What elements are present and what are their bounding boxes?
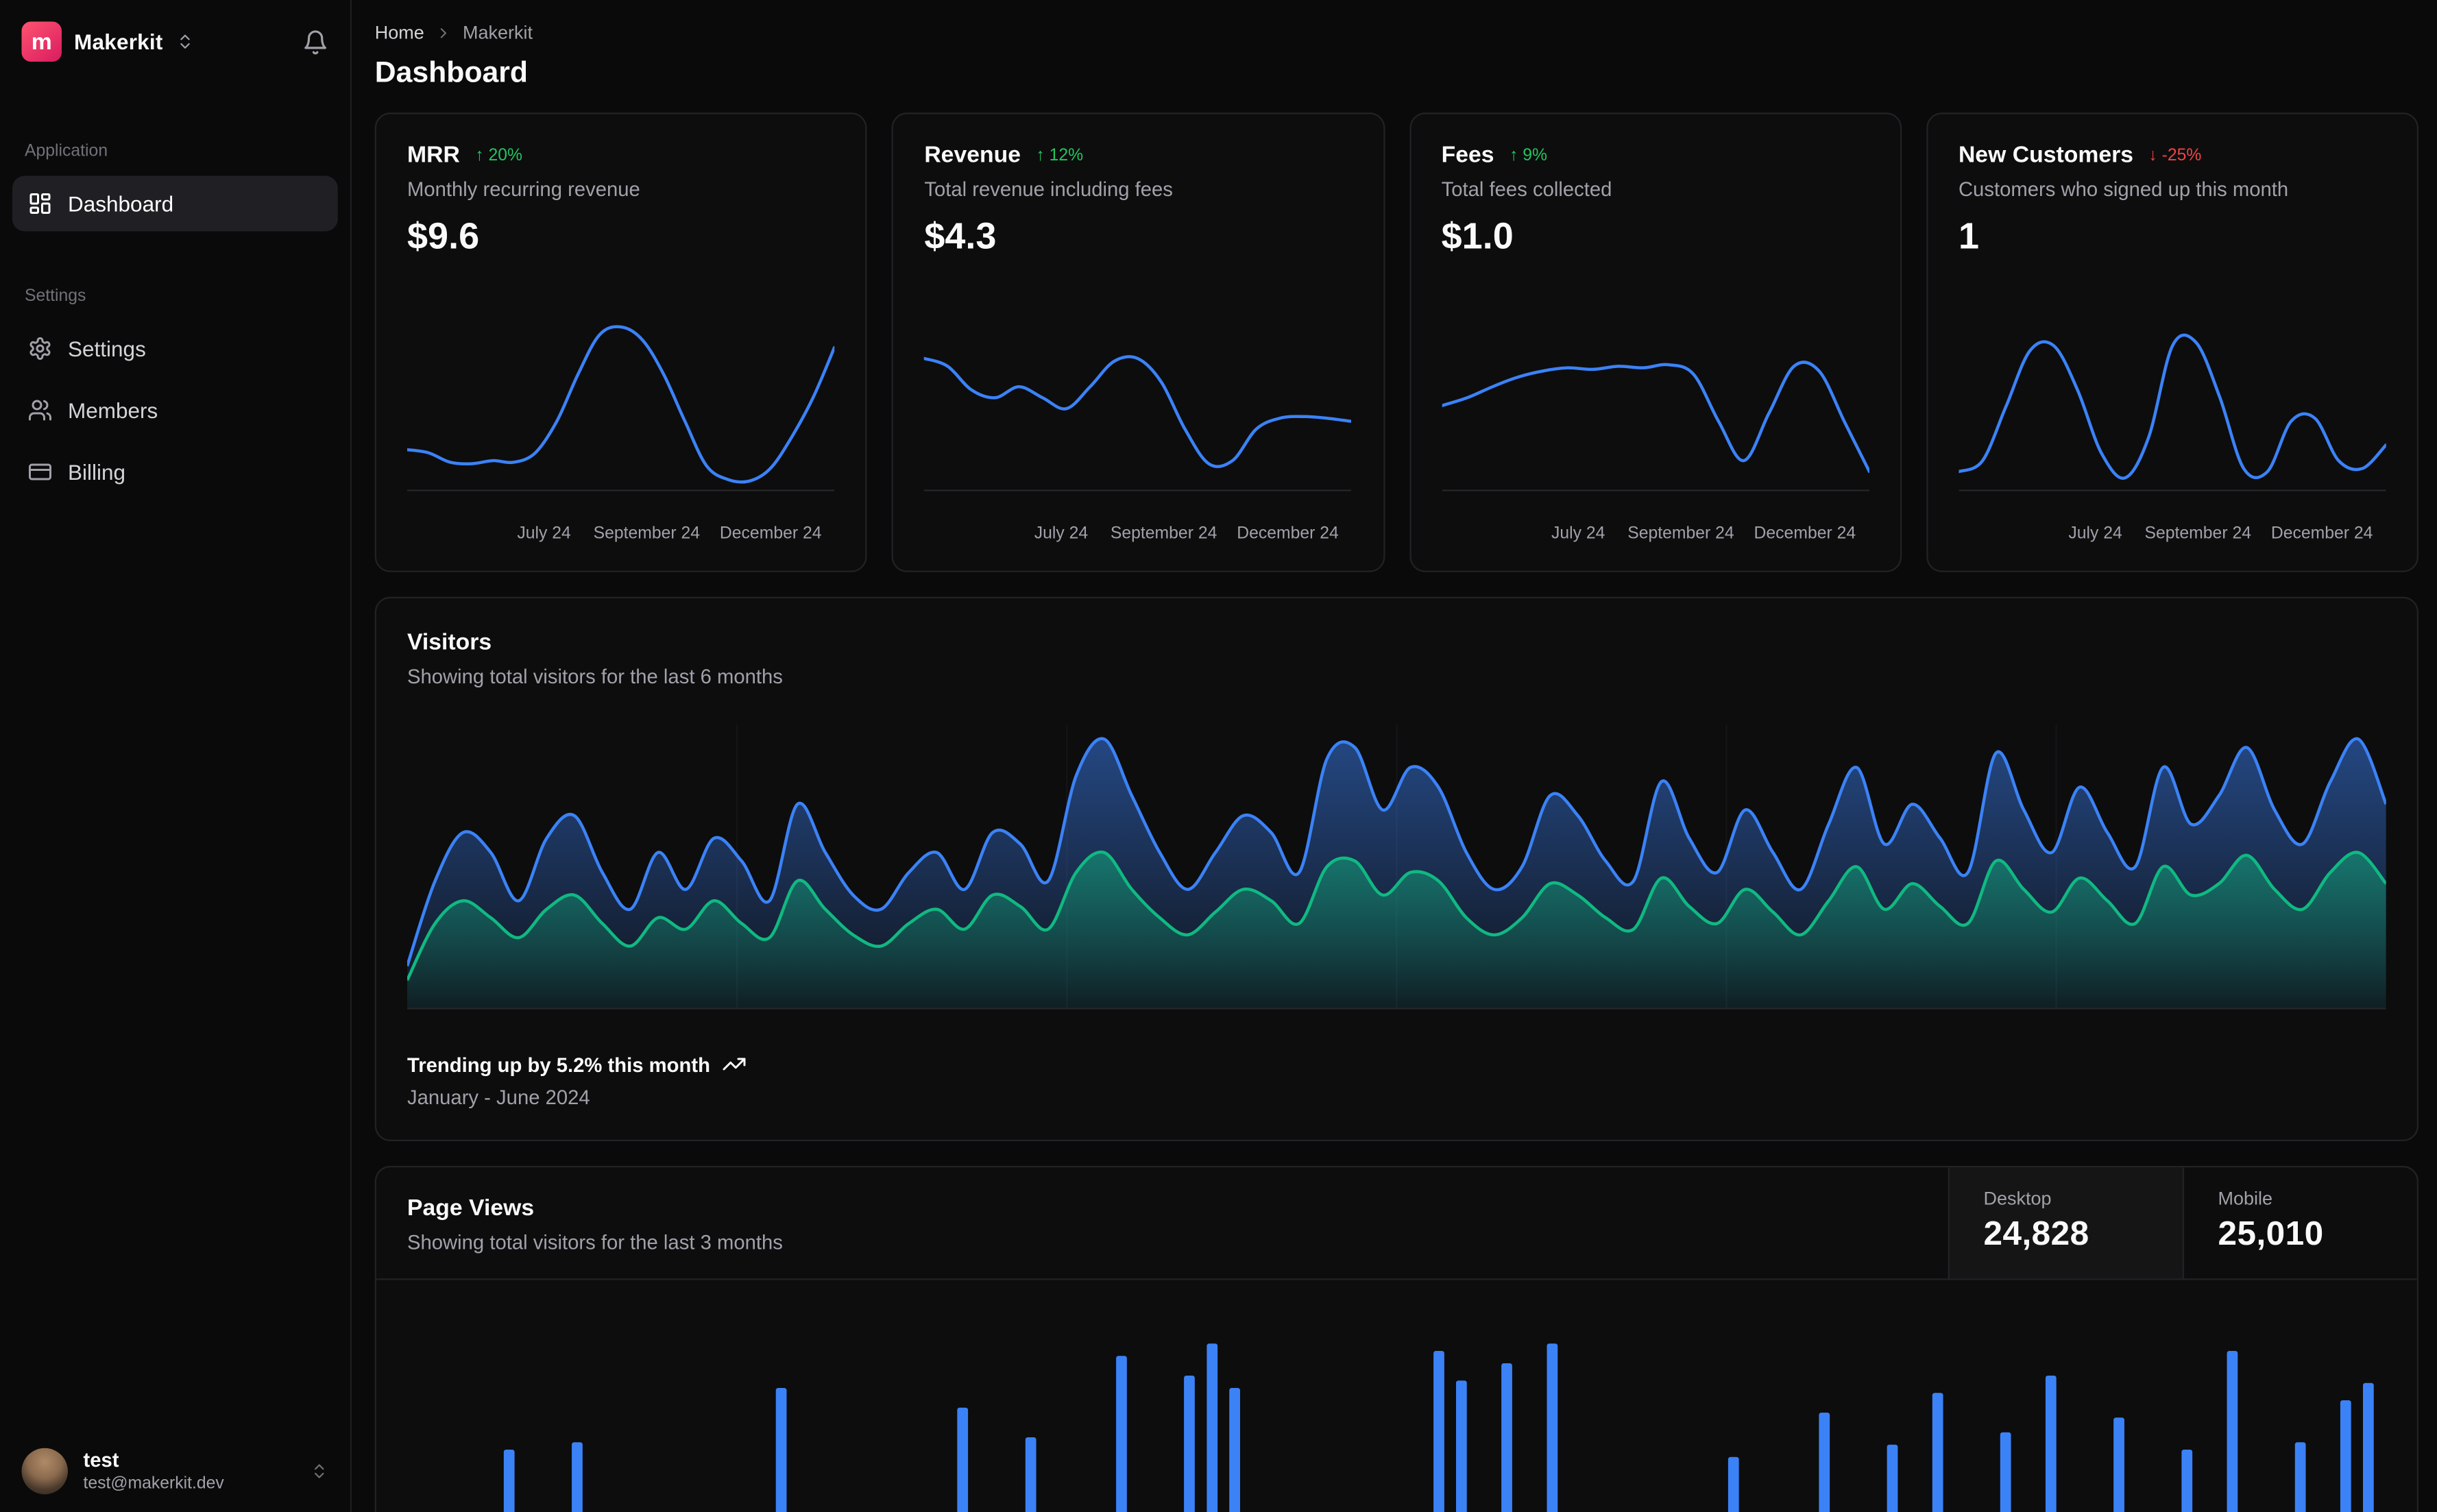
x-axis-label: July 24 [2068, 524, 2122, 543]
tab-value: 25,010 [2218, 1213, 2324, 1252]
trend-badge: ↑ 20% [475, 145, 523, 164]
stat-subtitle: Total fees collected [1441, 177, 1612, 201]
nav-section-label: Settings [25, 286, 86, 306]
stat-subtitle: Monthly recurring revenue [407, 177, 640, 201]
x-axis-label: July 24 [1551, 524, 1605, 543]
x-axis: July 24 September 24 December 24 [924, 524, 1352, 549]
stat-value: $1.0 [1441, 216, 1514, 258]
x-axis-label: July 24 [1034, 524, 1089, 543]
arrow-up-icon: ↑ [1036, 145, 1045, 164]
visitors-range: January - June 2024 [407, 1086, 590, 1109]
user-name: test [83, 1448, 119, 1472]
visitors-subtitle: Showing total visitors for the last 6 mo… [407, 664, 783, 688]
nav-section-label: Application [25, 142, 108, 160]
page-title: Dashboard [374, 57, 529, 90]
avatar [21, 1448, 68, 1495]
sidebar-item-settings[interactable]: Settings [12, 321, 338, 376]
page-views-bar-chart [407, 1293, 2417, 1512]
stat-title: MRR [407, 142, 460, 169]
x-axis-label: December 24 [1237, 524, 1339, 543]
trend-badge: ↓ -25% [2148, 145, 2202, 164]
stat-value: $9.6 [407, 216, 480, 258]
x-axis-label: September 24 [1110, 524, 1217, 543]
stat-title: Fees [1441, 142, 1494, 169]
stat-cards-row: MRR ↑ 20% Monthly recurring revenue $9.6 … [374, 112, 2418, 572]
user-menu[interactable]: test test@makerkit.dev [0, 1428, 350, 1512]
stat-card-revenue: Revenue ↑ 12% Total revenue including fee… [892, 112, 1385, 572]
chevrons-up-down-icon[interactable] [310, 1462, 328, 1480]
sidebar-item-label: Members [68, 398, 158, 423]
breadcrumb-current: Makerkit [463, 21, 533, 44]
arrow-up-icon: ↑ [475, 145, 484, 164]
x-axis-label: September 24 [593, 524, 701, 543]
arrow-up-icon: ↑ [1510, 145, 1518, 164]
breadcrumb-home[interactable]: Home [375, 22, 424, 44]
x-axis-label: December 24 [1754, 524, 1856, 543]
chevrons-up-down-icon[interactable] [175, 32, 194, 51]
sidebar-item-label: Dashboard [68, 191, 174, 216]
stat-value: $4.3 [924, 216, 997, 258]
x-axis-label: July 24 [517, 524, 571, 543]
workspace-selector[interactable]: m Makerkit [0, 19, 350, 65]
sidebar-item-dashboard[interactable]: Dashboard [12, 175, 338, 232]
visitors-title: Visitors [407, 629, 492, 656]
x-axis-label: December 24 [2270, 524, 2373, 543]
tab-value: 24,828 [1983, 1213, 2089, 1252]
stat-title: Revenue [924, 142, 1021, 169]
mrr-sparkline-chart [405, 321, 836, 520]
stat-subtitle: Customers who signed up this month [1958, 177, 2289, 201]
x-axis: July 24 September 24 December 24 [1959, 524, 2386, 549]
sidebar-item-members[interactable]: Members [12, 382, 338, 438]
trending-up-icon [723, 1052, 747, 1077]
x-axis-label: September 24 [2144, 524, 2251, 543]
stat-card-mrr: MRR ↑ 20% Monthly recurring revenue $9.6 … [374, 112, 868, 572]
stat-card-fees: Fees ↑ 9% Total fees collected $1.0 July … [1409, 112, 1902, 572]
makerkit-logo: m [21, 21, 62, 62]
page-views-card: Page Views Showing total visitors for th… [374, 1166, 2418, 1512]
workspace-name: Makerkit [74, 29, 163, 54]
user-email: test@makerkit.dev [83, 1474, 224, 1493]
page-views-subtitle: Showing total visitors for the last 3 mo… [407, 1230, 783, 1254]
x-axis-label: December 24 [719, 524, 822, 543]
tab-mobile[interactable]: Mobile 25,010 [2182, 1167, 2417, 1279]
bell-icon[interactable] [302, 29, 328, 55]
sidebar: m Makerkit Application Dashboard Setting… [0, 0, 352, 1512]
visitors-trend: Trending up by 5.2% this month [407, 1052, 2386, 1077]
fees-sparkline-chart [1440, 321, 1871, 520]
sidebar-item-label: Billing [68, 459, 126, 485]
visitors-area-chart [405, 713, 2388, 1021]
dashboard-icon [28, 191, 53, 216]
page-views-title: Page Views [407, 1195, 535, 1221]
trend-badge: ↑ 9% [1510, 145, 1547, 164]
stat-card-new-customers: New Customers ↓ -25% Customers who signed… [1926, 112, 2418, 572]
visitors-card: Visitors Showing total visitors for the … [374, 596, 2418, 1141]
new-customers-sparkline-chart [1956, 321, 2388, 520]
x-axis: July 24 September 24 December 24 [407, 524, 835, 549]
chevron-right-icon [435, 24, 452, 41]
sidebar-item-label: Settings [68, 336, 146, 361]
tab-label: Mobile [2218, 1187, 2273, 1210]
trend-badge: ↑ 12% [1036, 145, 1084, 164]
sidebar-item-billing[interactable]: Billing [12, 444, 338, 500]
billing-icon [28, 460, 53, 485]
x-axis: July 24 September 24 December 24 [1442, 524, 1869, 549]
gear-icon [28, 337, 53, 361]
stat-subtitle: Total revenue including fees [924, 177, 1173, 201]
stat-value: 1 [1958, 216, 1979, 258]
main-content: Home Makerkit Dashboard MRR ↑ 20% Monthly… [352, 0, 2437, 1512]
x-axis-label: September 24 [1627, 524, 1734, 543]
tab-desktop[interactable]: Desktop 24,828 [1948, 1167, 2183, 1279]
breadcrumb: Home Makerkit [375, 22, 2418, 44]
members-icon [28, 398, 53, 423]
arrow-down-icon: ↓ [2148, 145, 2157, 164]
tab-label: Desktop [1983, 1187, 2052, 1210]
revenue-sparkline-chart [923, 321, 1353, 520]
app-root: m Makerkit Application Dashboard Setting… [0, 0, 2437, 1512]
stat-title: New Customers [1958, 142, 2134, 169]
